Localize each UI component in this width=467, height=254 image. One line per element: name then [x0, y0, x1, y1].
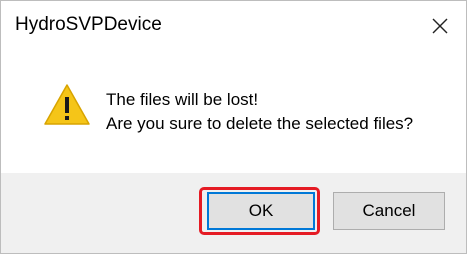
- dialog-content: The files will be lost! Are you sure to …: [1, 53, 466, 173]
- message-dialog: HydroSVPDevice The files will be lost! A…: [0, 0, 467, 254]
- message-text: The files will be lost! Are you sure to …: [106, 88, 413, 136]
- cancel-button[interactable]: Cancel: [333, 192, 445, 230]
- message-line-1: The files will be lost!: [106, 90, 259, 109]
- close-button[interactable]: [421, 9, 459, 43]
- message-line-2: Are you sure to delete the selected file…: [106, 114, 414, 133]
- warning-icon: [44, 84, 90, 125]
- close-icon: [432, 18, 448, 34]
- button-bar: OK Cancel: [1, 173, 466, 253]
- ok-button[interactable]: OK: [207, 192, 315, 230]
- window-title: HydroSVPDevice: [15, 14, 162, 35]
- title-bar: HydroSVPDevice: [1, 1, 466, 53]
